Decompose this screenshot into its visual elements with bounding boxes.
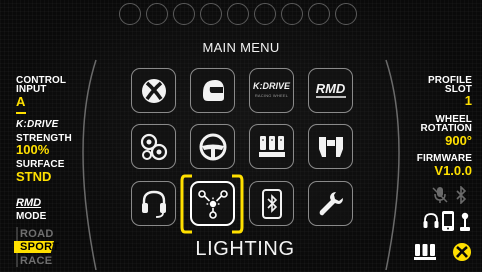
wrench-icon	[319, 191, 343, 215]
strength-value: 100%	[16, 142, 50, 157]
profile-slot-value: 1	[464, 93, 472, 108]
steering-wheel-icon	[199, 133, 226, 160]
lighting-icon	[197, 189, 228, 219]
surface-label: SURFACE	[16, 159, 65, 170]
menu-tile-driver-profile[interactable]	[190, 68, 235, 113]
bluetooth-icon	[456, 186, 467, 204]
control-input-value: A	[16, 94, 26, 109]
menu-tile-kdrive[interactable]: K:DRIVE RACING WHEEL	[249, 68, 294, 113]
shifter-icon	[460, 212, 470, 231]
menu-tile-settings[interactable]	[308, 181, 353, 226]
menu-tile-pedals[interactable]	[249, 124, 294, 169]
wheel-rotation-label: WHEEL ROTATION	[420, 114, 472, 134]
helmet-icon	[202, 79, 224, 101]
mode-label: MODE	[16, 211, 47, 222]
wheel-display-screen: MAIN MENU CONTROL INPUT A K:DRIVE STRENG…	[0, 0, 482, 272]
rmd-icon: RMD	[315, 81, 346, 98]
headset-icon	[423, 213, 439, 228]
menu-tile-audio[interactable]	[131, 181, 176, 226]
firmware-value: V1.0.0	[434, 163, 472, 178]
profile-slot-label: PROFILE SLOT	[427, 75, 472, 95]
kdrive-icon: K:DRIVE RACING WHEEL	[252, 80, 290, 98]
mode-option-road[interactable]: ROAD	[20, 229, 54, 240]
menu-tile-lighting[interactable]	[190, 181, 235, 226]
headset-icon	[141, 190, 166, 218]
gears-icon	[140, 133, 167, 160]
pedals-icon	[414, 244, 436, 260]
rmd-logo: RMD	[16, 197, 42, 209]
page-title: MAIN MENU	[202, 40, 280, 55]
xbox-icon	[453, 243, 471, 261]
pedals-icon	[258, 135, 285, 157]
menu-tile-bluetooth[interactable]	[249, 181, 294, 226]
menu-tile-xbox[interactable]	[131, 68, 176, 113]
menu-tile-gears[interactable]	[131, 124, 176, 169]
selected-menu-label: LIGHTING	[195, 238, 295, 260]
muted-mic-icon	[432, 187, 448, 203]
kdrive-logo: K:DRIVE	[16, 112, 59, 132]
paddles-icon	[318, 136, 343, 157]
menu-tile-steering-wheel[interactable]	[190, 124, 235, 169]
menu-tile-rmd[interactable]: RMD	[308, 68, 353, 113]
firmware-label: FIRMWARE	[416, 153, 472, 164]
phone-bluetooth-icon	[261, 188, 282, 219]
phone-icon	[442, 211, 454, 231]
menu-tile-paddles[interactable]	[308, 124, 353, 169]
surface-value: STND	[16, 169, 52, 184]
wheel-rotation-value: 900°	[445, 133, 472, 148]
control-input-label: CONTROL INPUT	[16, 75, 67, 95]
xbox-icon	[141, 78, 166, 103]
mode-option-sport[interactable]: SPORT	[20, 242, 59, 253]
mode-option-race[interactable]: RACE	[20, 256, 52, 267]
